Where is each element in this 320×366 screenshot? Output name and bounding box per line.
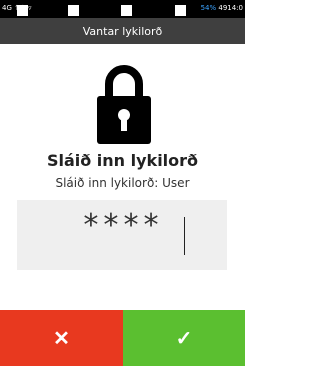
password-value: ****	[81, 208, 163, 243]
nav-square-icon	[68, 5, 79, 16]
nav-square-icon	[17, 5, 28, 16]
nav-square-icon	[121, 5, 132, 16]
page-title: Vantar lykilorð	[82, 24, 163, 38]
prompt-heading: Sláið inn lykilorð	[46, 151, 199, 170]
status-right: 54% 4914:0	[201, 4, 243, 12]
battery-level: 54%	[200, 4, 217, 12]
lock-icon	[97, 65, 151, 144]
title-bar: Vantar lykilorð	[0, 18, 245, 44]
password-input[interactable]: ****	[17, 200, 227, 270]
status-bar: 4G ↑↓ ▿ 54% 4914:0	[0, 0, 245, 18]
confirm-button[interactable]: ✓	[123, 310, 245, 366]
check-icon: ✓	[175, 327, 193, 350]
close-icon: ✕	[53, 327, 70, 350]
cancel-button[interactable]: ✕	[0, 310, 123, 366]
text-caret	[184, 217, 185, 255]
prompt-subheading: Sláið inn lykilorð: User	[55, 176, 190, 190]
clock: 4914:0	[218, 4, 243, 12]
nav-square-icon	[175, 5, 186, 16]
